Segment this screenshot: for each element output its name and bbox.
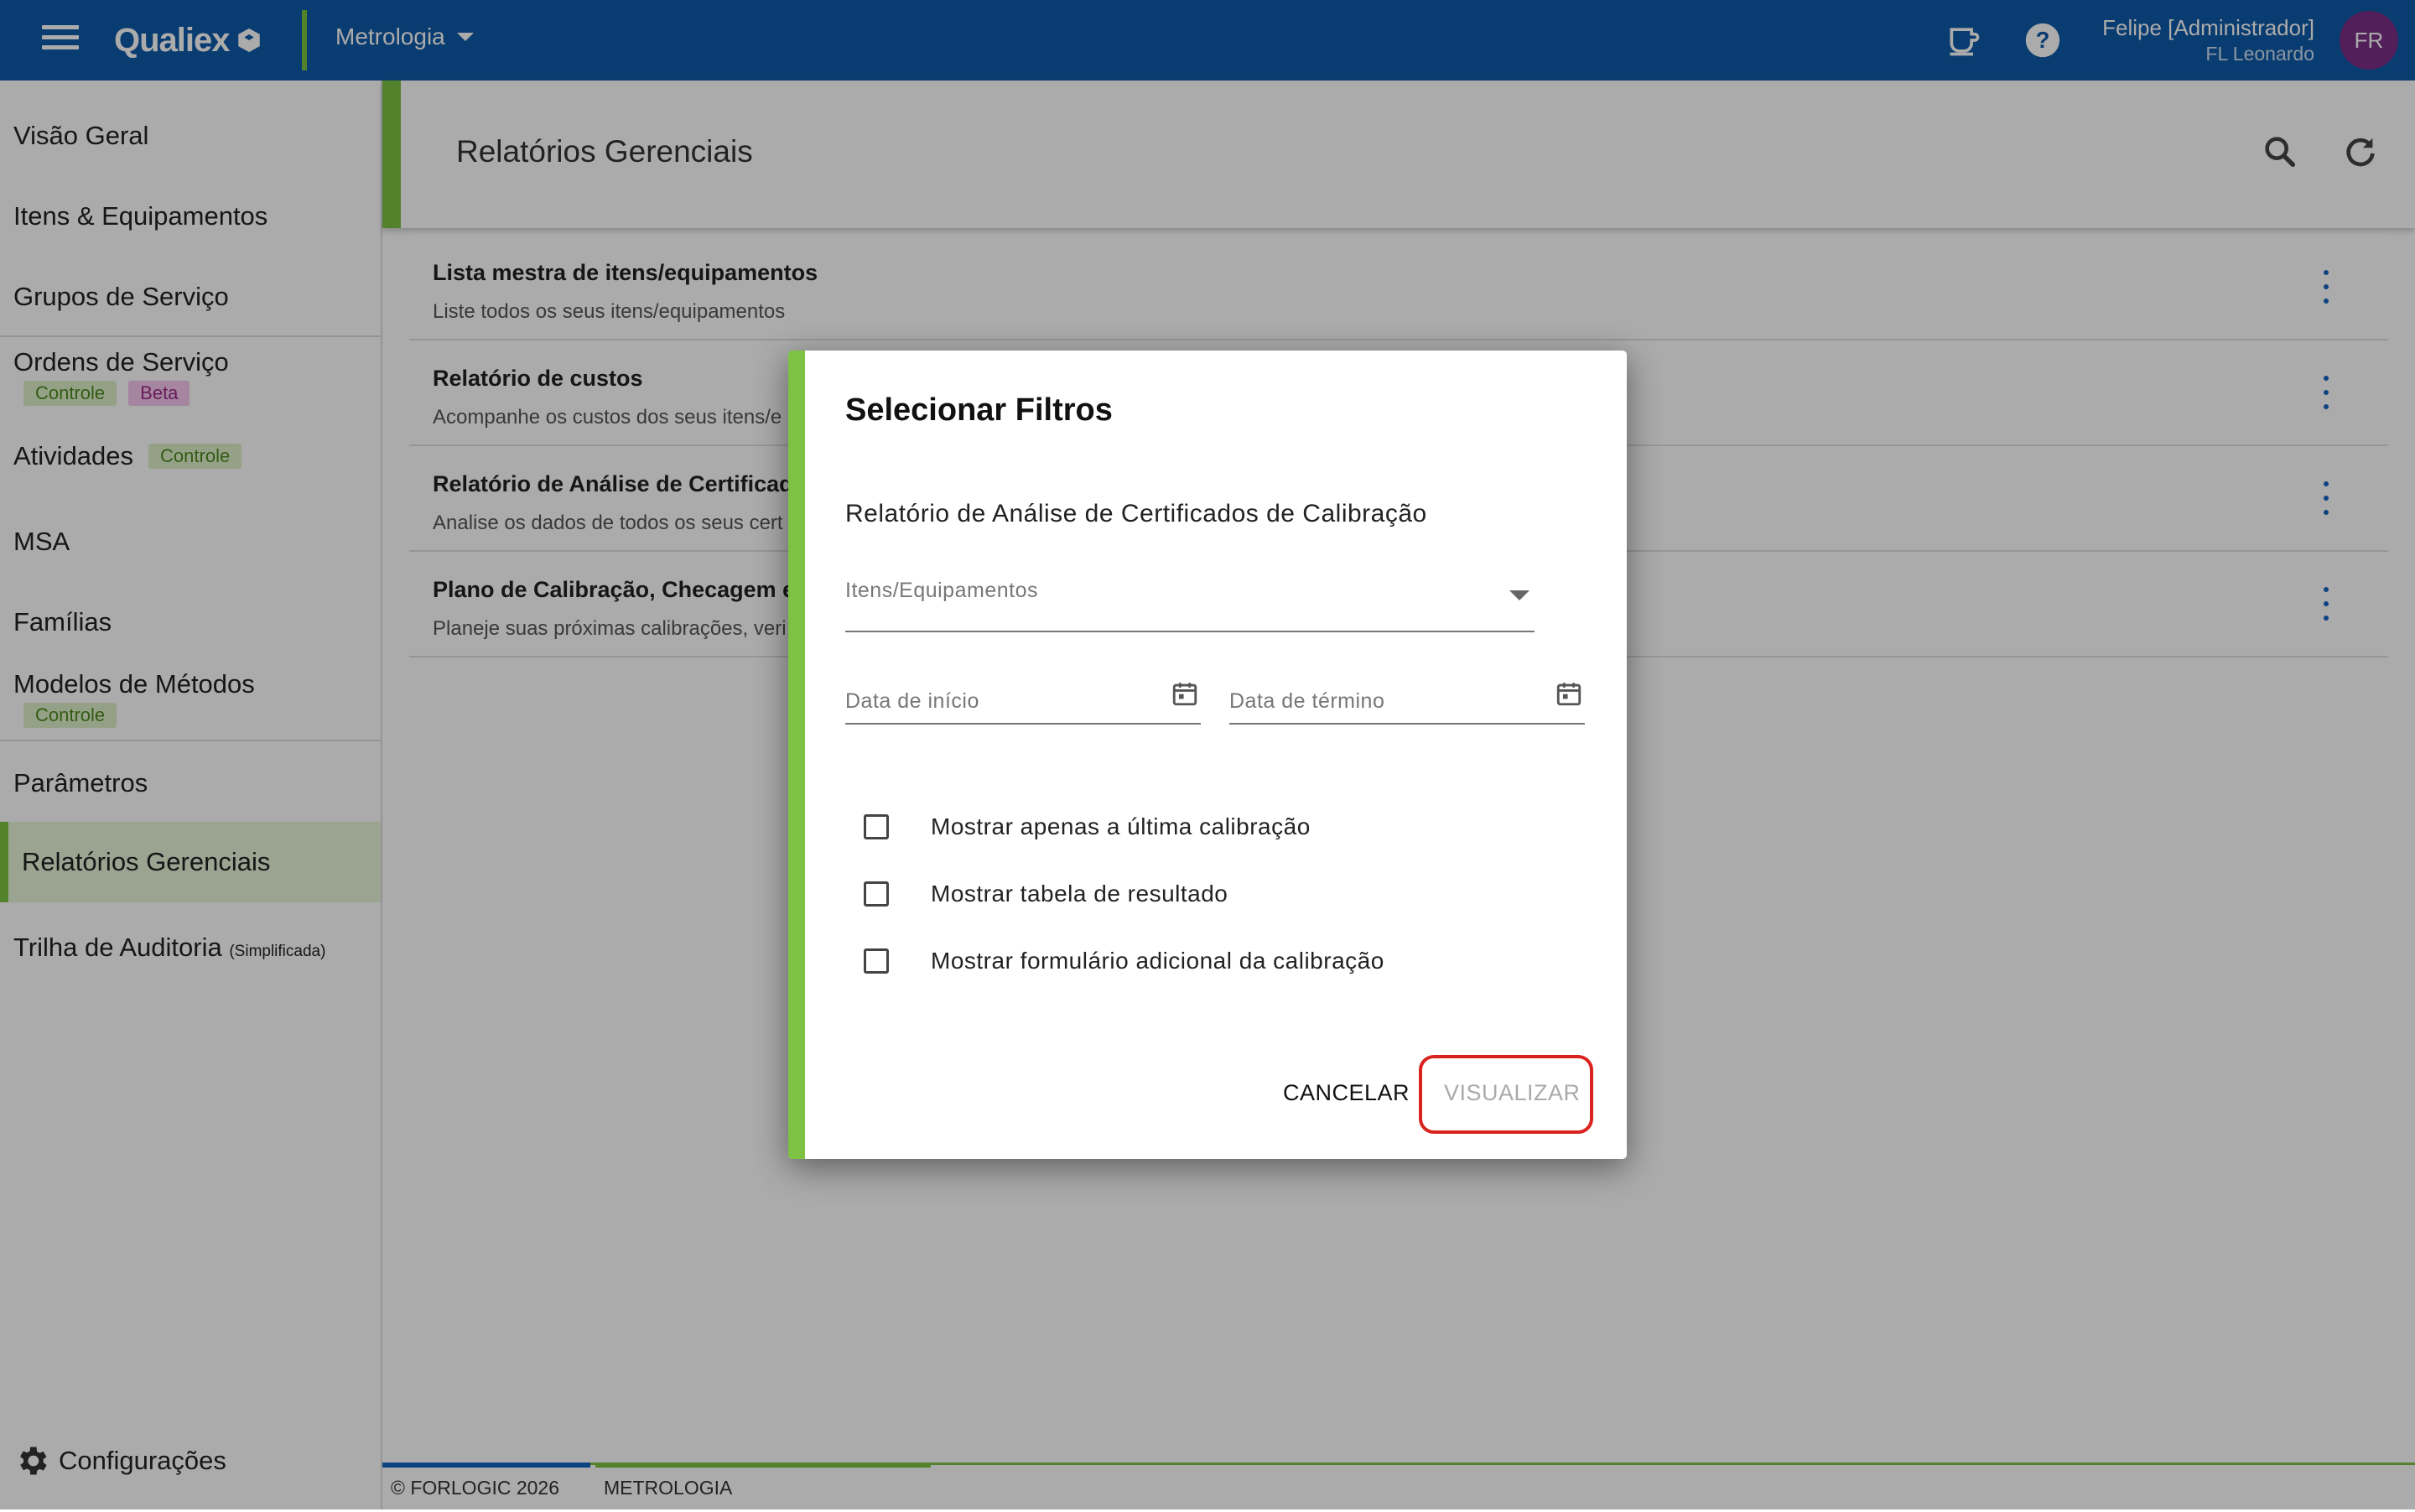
chevron-down-icon	[1509, 590, 1530, 600]
start-date-label: Data de início	[845, 689, 979, 713]
cancel-button[interactable]: CANCELAR	[1283, 1080, 1410, 1106]
view-button[interactable]: VISUALIZAR	[1444, 1080, 1581, 1106]
dialog-title: Selecionar Filtros	[845, 392, 1113, 428]
checkbox-last-calibration[interactable]: Mostrar apenas a última calibração	[864, 813, 1311, 840]
end-date-label: Data de término	[1229, 689, 1385, 713]
dialog-accent	[788, 351, 805, 1159]
checkbox-label: Mostrar apenas a última calibração	[931, 813, 1311, 839]
checkbox[interactable]	[864, 814, 889, 839]
checkbox-result-table[interactable]: Mostrar tabela de resultado	[864, 881, 1228, 907]
end-date-field[interactable]: Data de término	[1229, 679, 1585, 725]
items-select[interactable]: Itens/Equipamentos	[845, 570, 1535, 632]
checkbox[interactable]	[864, 948, 889, 974]
calendar-icon[interactable]	[1555, 679, 1583, 708]
items-select-placeholder: Itens/Equipamentos	[845, 579, 1038, 602]
checkbox[interactable]	[864, 881, 889, 907]
calendar-icon[interactable]	[1171, 679, 1199, 708]
dialog-subtitle: Relatório de Análise de Certificados de …	[845, 500, 1427, 527]
checkbox-label: Mostrar tabela de resultado	[931, 881, 1228, 907]
checkbox-additional-form[interactable]: Mostrar formulário adicional da calibraç…	[864, 948, 1384, 974]
start-date-field[interactable]: Data de início	[845, 679, 1201, 725]
filter-dialog: Selecionar Filtros Relatório de Análise …	[788, 351, 1627, 1159]
checkbox-label: Mostrar formulário adicional da calibraç…	[931, 948, 1384, 974]
